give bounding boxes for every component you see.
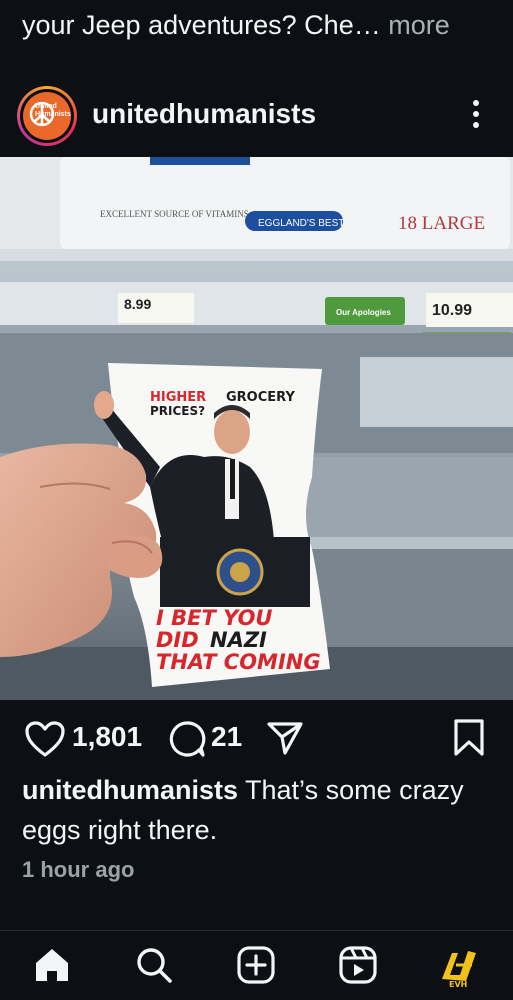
post-header: United Humanists unitedhumanists xyxy=(0,82,513,148)
more-link[interactable]: more xyxy=(388,10,450,40)
post-caption: unitedhumanists That’s some crazy eggs r… xyxy=(22,770,492,850)
avatar[interactable]: United Humanists xyxy=(17,86,77,146)
post-timestamp: 1 hour ago xyxy=(22,857,135,882)
previous-caption-ellipsis: … xyxy=(353,10,381,40)
sticker-punchline-3: THAT COMING xyxy=(156,650,321,674)
search-icon[interactable] xyxy=(134,945,174,985)
sticker-punchline-1: I BET YOU xyxy=(156,606,272,630)
profile-badge-text: EVH xyxy=(449,980,467,989)
comment-count[interactable]: 21 xyxy=(211,721,242,753)
sticker-headline-line2: PRICES? xyxy=(150,404,205,418)
comment-icon[interactable] xyxy=(168,720,206,758)
bookmark-icon[interactable] xyxy=(452,718,486,758)
like-count[interactable]: 1,801 xyxy=(72,721,142,753)
create-icon[interactable] xyxy=(236,945,276,985)
sticker-headline-dark: GROCERY xyxy=(226,390,295,405)
post-actions: 1,801 21 xyxy=(0,712,513,762)
previous-post-caption: your Jeep adventures? Che… more xyxy=(22,0,502,54)
sticker-punchline-2-red: DID xyxy=(156,628,199,652)
sticker-headline-red: HIGHER xyxy=(150,390,206,405)
caption-username[interactable]: unitedhumanists xyxy=(22,775,238,805)
share-icon[interactable] xyxy=(266,720,304,756)
avatar-ring: United Humanists xyxy=(20,89,74,143)
profile-logo-icon: EVH xyxy=(442,951,476,989)
avatar-logo-text: United Humanists xyxy=(35,103,71,118)
vitamins-label: EXCELLENT SOURCE OF VITAMINS xyxy=(100,209,249,219)
brand-label: EGGLAND'S BEST xyxy=(258,218,344,229)
more-options-icon[interactable] xyxy=(466,98,486,132)
home-icon[interactable] xyxy=(32,945,72,985)
sticker-punchline-2-dark: NAZI xyxy=(210,628,267,652)
post-username[interactable]: unitedhumanists xyxy=(92,98,316,130)
size-label: 18 LARGE xyxy=(398,213,485,234)
post-image[interactable]: EXCELLENT SOURCE OF VITAMINS EGGLAND'S B… xyxy=(0,157,513,700)
heart-icon[interactable] xyxy=(24,720,66,758)
price-left: 8.99 xyxy=(124,296,151,312)
previous-caption-text: your Jeep adventures? Che xyxy=(22,10,354,40)
reels-icon[interactable] xyxy=(338,945,378,985)
profile-avatar[interactable]: EVH xyxy=(438,945,482,989)
bottom-nav: EVH xyxy=(0,930,513,1000)
avatar-logo: United Humanists xyxy=(23,92,71,140)
price-right: 10.99 xyxy=(432,302,472,319)
apology-tag: Our Apologies xyxy=(336,308,391,317)
post-photo: EXCELLENT SOURCE OF VITAMINS EGGLAND'S B… xyxy=(0,157,513,700)
